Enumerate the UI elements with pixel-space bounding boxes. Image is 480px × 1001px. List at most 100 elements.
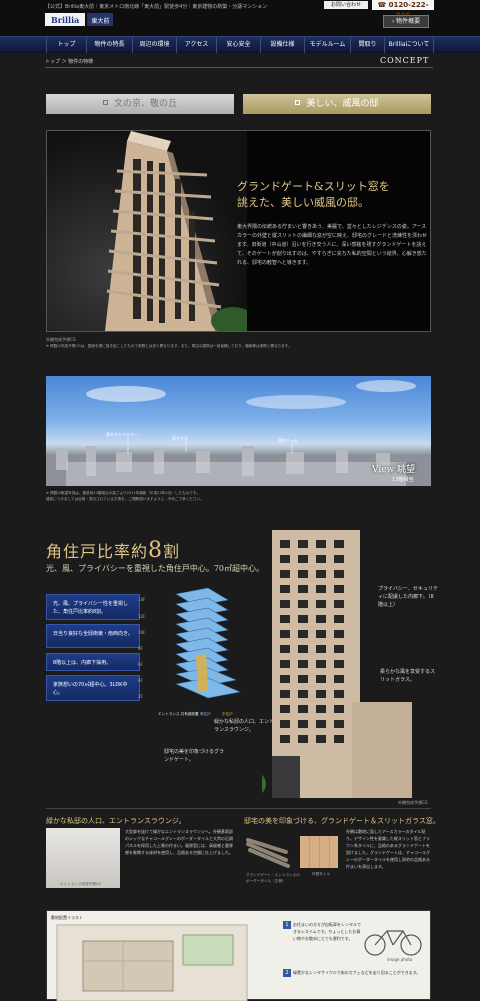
window bbox=[298, 720, 308, 728]
nav-item-features[interactable]: 物件の特長 bbox=[86, 37, 132, 53]
window bbox=[280, 645, 290, 653]
window bbox=[298, 585, 308, 593]
feature-corner-ratio: 光、風、プライバシー性を重視した、角住戸比率約8割。 bbox=[46, 594, 140, 620]
rod-caption: グランドゲート・エントランスのボーダータイル（左側） bbox=[246, 873, 300, 883]
hero-panel: グランドゲート&スリット窓を 誂えた、美しい威風の邸。 東大界隈の伝統ある佇まい… bbox=[46, 130, 431, 332]
hero-title: グランドゲート&スリット窓を 誂えた、美しい威風の邸。 bbox=[237, 179, 430, 211]
marker-icon: 2 bbox=[283, 969, 291, 977]
annot-gate: 邸宅の美を印象づけるグランドゲート。 bbox=[164, 749, 225, 763]
lobby-caption: エントランス完成予想CG bbox=[60, 882, 102, 886]
nav-item-about-brillia[interactable]: Brilliaについて bbox=[384, 37, 434, 53]
hero-caption: 外観完成予想CG bbox=[46, 337, 76, 342]
tab-label: 文の京、敬の丘 bbox=[113, 99, 177, 109]
header-bar: 【公式】Brillia東大前｜東京メトロ南北線「東大前」駅徒歩4分｜東京建物の新… bbox=[0, 0, 480, 36]
corner-title-post: 割 bbox=[163, 542, 181, 561]
window bbox=[334, 705, 344, 713]
annot-lounge: 緑かな私邸の人口、エントランスラウンジ。 bbox=[214, 719, 275, 733]
bike-note1: お住まいの方々が自転車をレンタルできるシステムです。ちょっとしたお買い物やお散歩… bbox=[293, 922, 361, 941]
feature-inner-corridor: 8階以上は、内廊下採用。 bbox=[46, 653, 140, 671]
nav-item-floor-plans[interactable]: 間取り bbox=[350, 37, 384, 53]
window bbox=[298, 540, 308, 548]
window bbox=[316, 615, 326, 623]
nav-item-environment[interactable]: 周辺の環境 bbox=[132, 37, 176, 53]
window bbox=[334, 615, 344, 623]
breadcrumb[interactable]: トップ ＞ 物件の特徴 bbox=[45, 58, 93, 65]
square-icon bbox=[295, 100, 301, 105]
window bbox=[298, 615, 308, 623]
window bbox=[298, 645, 308, 653]
section-label: CONCEPT bbox=[380, 56, 430, 65]
pano-label-skytree: 東京スカイツリー bbox=[106, 432, 138, 437]
window bbox=[280, 705, 290, 713]
pano-note1: ※ 掲載の眺望写真は、建設地14階相当の高さより2011年撮影（平成23年5月）… bbox=[46, 491, 200, 495]
contact-button[interactable]: お問い合わせ bbox=[324, 1, 368, 9]
main-nav: トップ 物件の特長 周辺の環境 アクセス 安心安全 設備仕様 モデルルーム 間取… bbox=[0, 36, 480, 53]
hero-title-line2: 誂えた、美しい威風の邸。 bbox=[237, 196, 369, 209]
nav-item-equipment[interactable]: 設備仕様 bbox=[260, 37, 304, 53]
window bbox=[280, 675, 290, 683]
legend-corner: 角住戸 bbox=[200, 712, 211, 716]
wall-tile-image bbox=[300, 836, 338, 868]
hero-body: 東大界隈の伝統ある佇まいと響きあう、美麗で、堂々としたレジデンスの姿。アースカラ… bbox=[237, 224, 428, 266]
floor-label-6: 6F bbox=[138, 662, 143, 667]
tower-caption: 外観完成予想CG bbox=[398, 800, 428, 805]
window bbox=[298, 630, 308, 638]
bicycle-image bbox=[364, 930, 422, 956]
nav-item-top[interactable]: トップ bbox=[46, 37, 86, 53]
lobby-body: 大型扉を抜けて緑かなエントランスラウンジへ。外観基壇部のシックなチャコールグレー… bbox=[125, 829, 233, 855]
corner-subtitle: 光、風、プライバシーを重視した角住戸中心。70㎡超中心。 bbox=[46, 564, 265, 573]
nav-item-access[interactable]: アクセス bbox=[176, 37, 216, 53]
view-sub: 13階相当 bbox=[392, 477, 414, 483]
legend-mid: 中住戸 bbox=[222, 712, 233, 716]
window bbox=[280, 720, 290, 728]
square-icon bbox=[102, 100, 108, 105]
window bbox=[298, 675, 308, 683]
nav-item-model-room[interactable]: モデルルーム bbox=[304, 37, 350, 53]
overview-button[interactable]: › 物件概要 bbox=[383, 15, 429, 28]
corner-title: 角住戸比率約8割 bbox=[46, 538, 180, 563]
window bbox=[334, 570, 344, 578]
window bbox=[316, 690, 326, 698]
feature-70sqm: 家族想いの70㎡超中心。3LDK中心。 bbox=[46, 675, 140, 701]
window bbox=[280, 660, 290, 668]
site-plan-panel: 敷地配置イラスト 1 お住まいの方々が自転車をレンタルできるシステムです。ちょっ… bbox=[46, 910, 431, 1001]
window bbox=[334, 735, 344, 743]
floor-label-14: 14F bbox=[138, 597, 146, 602]
window bbox=[298, 555, 308, 563]
divider bbox=[46, 808, 431, 809]
floor-label-8: 8F bbox=[138, 646, 143, 651]
image-photo-label: image photo bbox=[387, 957, 413, 962]
hero-note: ※ 掲載の完成予想CGは、図面を基に描き起こしたもので実際とは多少異なります。ま… bbox=[46, 344, 292, 348]
phone-number[interactable]: ☎ 0120-222-846 bbox=[372, 0, 434, 19]
pano-note2: 建設につきましては合致・表示されている方角を、ご理解頂けますように...予めご了… bbox=[46, 497, 204, 501]
nav-item-safety[interactable]: 安心安全 bbox=[216, 37, 260, 53]
window bbox=[280, 600, 290, 608]
window bbox=[316, 600, 326, 608]
tab-beauty[interactable]: 美しい、威風の邸 bbox=[243, 94, 431, 114]
corner-title-pre: 角住戸比率約 bbox=[46, 542, 149, 561]
site-plan-illustration bbox=[56, 924, 248, 1001]
tab-culture[interactable]: 文の京、敬の丘 bbox=[46, 94, 234, 114]
floor-label-12: 12F bbox=[138, 614, 146, 619]
floor-label-10: 10F bbox=[138, 630, 146, 635]
brillia-logo[interactable]: Brillia 東大前 bbox=[45, 13, 114, 26]
window bbox=[280, 585, 290, 593]
window bbox=[298, 705, 308, 713]
window bbox=[280, 735, 290, 743]
logo-main: Brillia bbox=[45, 13, 86, 26]
arrow-icon: › bbox=[391, 18, 395, 25]
tab-label: 美しい、威風の邸 bbox=[306, 99, 379, 109]
window bbox=[334, 690, 344, 698]
window bbox=[298, 570, 308, 578]
window bbox=[280, 615, 290, 623]
overview-label: 物件概要 bbox=[396, 18, 421, 25]
border-tile-image bbox=[246, 838, 290, 868]
gate-title: 邸宅の美を印象づける、グランドゲート＆スリットガラス窓。 bbox=[244, 817, 440, 825]
floor-diagram bbox=[174, 587, 242, 699]
window bbox=[334, 600, 344, 608]
window bbox=[316, 585, 326, 593]
window bbox=[334, 540, 344, 548]
window bbox=[298, 600, 308, 608]
tile-caption: 外壁タイル bbox=[312, 872, 330, 876]
window bbox=[280, 540, 290, 548]
